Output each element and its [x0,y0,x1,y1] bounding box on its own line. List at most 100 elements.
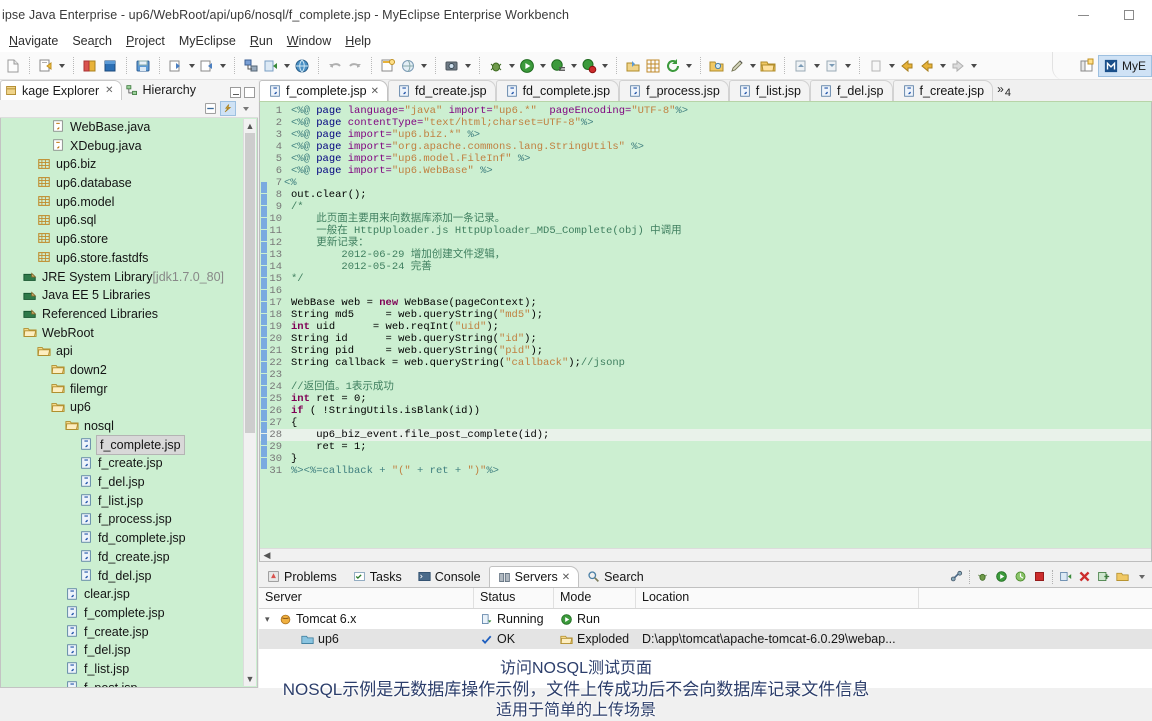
new-wizard-icon[interactable] [36,55,56,77]
column-server[interactable]: Server [259,588,474,608]
debug-dropdown-icon[interactable] [506,55,517,77]
snapshot-icon[interactable] [442,55,462,77]
bottom-tab-console[interactable]: Console [410,566,489,587]
build-icon[interactable] [241,55,261,77]
chevron-down-icon[interactable]: ▾ [265,614,275,625]
new-jsp-icon[interactable] [378,55,398,77]
refresh-dropdown-icon[interactable] [683,55,694,77]
menu-window[interactable]: Window [280,30,338,52]
column-mode[interactable]: Mode [554,588,636,608]
remove-server-icon[interactable] [1076,568,1093,585]
minimize-button[interactable] [1060,0,1106,30]
debug-server-icon[interactable] [974,568,991,585]
stop-server-icon[interactable] [1031,568,1048,585]
deploy-icon[interactable] [261,55,281,77]
tree-item[interactable]: filemgr [1,380,257,399]
prev-annotation-dropdown-icon[interactable] [811,55,822,77]
next-annotation-icon[interactable] [822,55,842,77]
coverage-icon[interactable] [579,55,599,77]
scroll-up-icon[interactable]: ▲ [244,119,256,133]
start-server-icon[interactable] [993,568,1010,585]
server-name-cell[interactable]: up6 [259,632,474,646]
view-menu-icon[interactable] [238,101,254,116]
tree-item[interactable]: up6.model [1,193,257,212]
undo-icon[interactable] [325,55,345,77]
view-menu-icon[interactable] [1133,568,1150,585]
new-class-icon[interactable] [643,55,663,77]
editor-tab-fd-complete-jsp[interactable]: fd_complete.jsp [495,80,620,101]
open-folder-icon[interactable] [1114,568,1131,585]
editor-tab-f-list-jsp[interactable]: f_list.jsp [728,80,810,101]
maximize-view-icon[interactable] [244,87,255,98]
tree-item[interactable]: nosql [1,417,257,436]
tree-item[interactable]: up6 [1,398,257,417]
editor-tab-f-complete-jsp[interactable]: f_complete.jsp ✕ [259,80,388,101]
new-file-icon[interactable] [3,55,23,77]
tree-item[interactable]: fd_complete.jsp [1,529,257,548]
forward-dropdown-icon[interactable] [968,55,979,77]
close-icon[interactable]: ✕ [562,572,570,583]
tree-item[interactable]: XDebug.java [1,137,257,156]
tree-item[interactable]: Referenced Libraries [1,305,257,324]
tree-item-selected[interactable]: f_complete.jsp [1,434,257,456]
tree-item[interactable]: up6.store.fastdfs [1,249,257,268]
editor-tab-f-process-jsp[interactable]: f_process.jsp [619,80,729,101]
server-name-cell[interactable]: ▾ Tomcat 6.x [259,612,474,626]
link-with-editor-icon[interactable] [220,101,236,116]
tree-item[interactable]: f_create.jsp [1,454,257,473]
editor-tab-overflow[interactable]: » 4 [993,82,1017,101]
tree-item[interactable]: fd_del.jsp [1,567,257,586]
redo-icon[interactable] [345,55,365,77]
back-history-icon[interactable] [917,55,937,77]
next-annotation-dropdown-icon[interactable] [842,55,853,77]
scroll-thumb[interactable] [245,133,255,433]
tree-item[interactable]: up6.sql [1,211,257,230]
profile-dropdown-icon[interactable] [568,55,579,77]
tree-item[interactable]: up6.biz [1,155,257,174]
tree-item[interactable]: f_del.jsp [1,473,257,492]
close-icon[interactable]: ✕ [371,86,379,97]
link-icon[interactable] [948,568,965,585]
close-icon[interactable]: ✕ [105,85,113,96]
menu-navigate[interactable]: Navigate [2,30,65,52]
bottom-tab-search[interactable]: Search [579,566,652,587]
new-web-project-icon[interactable] [100,55,120,77]
tree-item[interactable]: Java EE 5 Libraries [1,286,257,305]
open-type-icon[interactable] [623,55,643,77]
tree-item[interactable]: up6.database [1,174,257,193]
tree-item[interactable]: WebBase.java [1,118,257,137]
tree-item[interactable]: f_complete.jsp [1,604,257,623]
column-status[interactable]: Status [474,588,554,608]
prev-annotation-icon[interactable] [791,55,811,77]
menu-project[interactable]: Project [119,30,172,52]
tree-item[interactable]: f_create.jsp [1,623,257,642]
menu-myeclipse[interactable]: MyEclipse [172,30,243,52]
back-dropdown-icon[interactable] [937,55,948,77]
new-wizard-dropdown-icon[interactable] [56,55,67,77]
globe-icon[interactable] [292,55,312,77]
collapse-all-icon[interactable] [202,101,218,116]
export-dropdown-icon[interactable] [217,55,228,77]
scroll-down-icon[interactable]: ▼ [244,672,256,686]
last-edit-icon[interactable] [866,55,886,77]
project-tree[interactable]: WebBase.java XDebug.java up6.biz up6.databa… [0,118,258,688]
tree-item[interactable]: f_del.jsp [1,641,257,660]
tree-item[interactable]: up6.store [1,230,257,249]
maximize-button[interactable] [1106,0,1152,30]
edit-icon[interactable] [727,55,747,77]
run-icon[interactable] [517,55,537,77]
profile-server-icon[interactable] [1012,568,1029,585]
open-perspective-icon[interactable] [1076,55,1098,77]
edit-dropdown-icon[interactable] [747,55,758,77]
menu-help[interactable]: Help [338,30,378,52]
editor-tab-fd-create-jsp[interactable]: fd_create.jsp [388,80,496,101]
open-resource-icon[interactable] [758,55,778,77]
perspective-myeclipse[interactable]: MyE [1098,55,1152,77]
tree-item[interactable]: f_list.jsp [1,660,257,679]
forward-icon[interactable] [948,55,968,77]
server-row[interactable]: up6 OK Exploded D:\app\tomcat\apache-tomcat… [259,629,1152,649]
tree-item[interactable]: down2 [1,361,257,380]
scroll-left-icon[interactable]: ◀ [260,550,274,561]
tree-item[interactable]: f_post.jsp [1,679,257,687]
minimize-view-icon[interactable] [230,87,241,98]
